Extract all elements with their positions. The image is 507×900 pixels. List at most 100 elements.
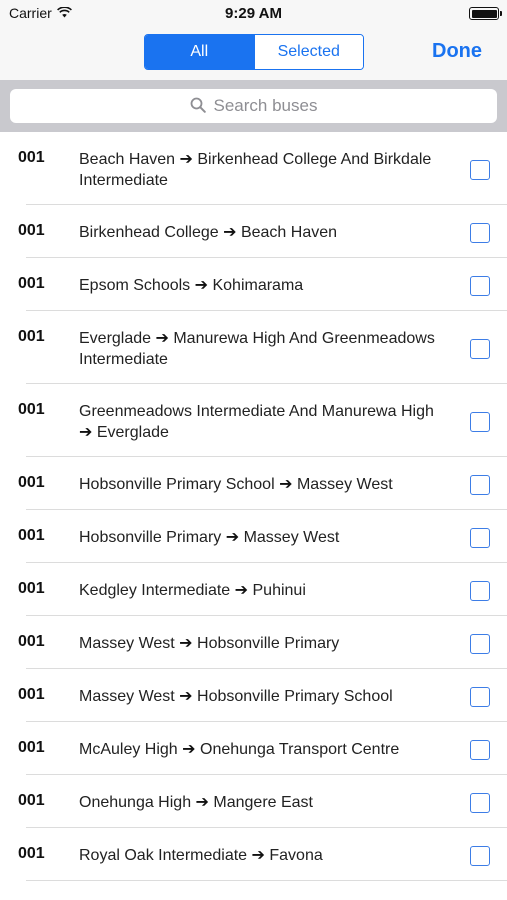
route-number: 001 — [18, 580, 45, 597]
route-number: 001 — [18, 739, 45, 756]
route-number: 001 — [18, 792, 45, 809]
arrow-right-icon: ➔ — [274, 476, 297, 493]
status-time: 9:29 AM — [225, 5, 282, 22]
route-number: 001 — [18, 474, 45, 491]
route-number: 001 — [18, 401, 45, 418]
route-checkbox[interactable] — [470, 739, 490, 760]
route-destination: Hobsonville Primary — [197, 635, 340, 652]
search-placeholder: Search buses — [213, 96, 318, 115]
route-number: 001 — [18, 845, 45, 862]
route-checkbox[interactable] — [470, 845, 490, 866]
route-name: Hobsonville Primary School ➔ Massey West — [79, 474, 439, 495]
route-origin: Everglade — [79, 330, 152, 347]
route-number: 001 — [18, 328, 45, 345]
route-name: Beach Haven ➔ Birkenhead College And Bir… — [79, 149, 439, 191]
route-destination: Massey West — [296, 476, 393, 493]
route-name: Onehunga High ➔ Mangere East — [79, 792, 439, 813]
route-name: Epsom Schools ➔ Kohimarama — [79, 275, 439, 296]
route-name: Greenmeadows Intermediate And Manurewa H… — [79, 401, 439, 443]
route-name: Massey West ➔ Hobsonville Primary — [79, 633, 439, 654]
route-checkbox[interactable] — [470, 527, 490, 548]
route-number: 001 — [18, 527, 45, 544]
route-destination: Favona — [269, 847, 323, 864]
route-destination: Puhinui — [252, 582, 306, 599]
route-name: Birkenhead College ➔ Beach Haven — [79, 222, 439, 243]
route-origin: Massey West — [79, 688, 175, 705]
route-row[interactable]: 001 Hobsonville Primary School ➔ Massey W… — [0, 457, 507, 510]
arrow-right-icon: ➔ — [79, 424, 97, 441]
route-destination: Kohimarama — [212, 277, 304, 294]
done-button[interactable]: Done — [432, 40, 482, 63]
search-input[interactable]: Search buses — [10, 89, 497, 123]
route-destination: Onehunga Transport Centre — [200, 741, 400, 758]
filter-segmented-control: All Selected — [144, 34, 364, 70]
arrow-right-icon: ➔ — [190, 277, 213, 294]
arrow-right-icon: ➔ — [230, 582, 253, 599]
route-origin: Hobsonville Primary — [79, 529, 222, 546]
route-destination: Everglade — [96, 424, 169, 441]
route-number: 001 — [18, 149, 45, 166]
route-row[interactable]: 001 Massey West ➔ Hobsonville Primary — [0, 616, 507, 669]
route-destination: Massey West — [243, 529, 340, 546]
route-checkbox[interactable] — [470, 580, 490, 601]
arrow-right-icon: ➔ — [218, 224, 241, 241]
route-number: 001 — [18, 686, 45, 703]
route-checkbox[interactable] — [470, 159, 490, 180]
route-row[interactable]: 001 Greenmeadows Intermediate And Manurew… — [0, 384, 507, 457]
segment-all[interactable]: All — [145, 35, 254, 69]
route-row[interactable]: 001 Epsom Schools ➔ Kohimarama — [0, 258, 507, 311]
segment-selected[interactable]: Selected — [253, 35, 363, 69]
battery-icon — [469, 7, 502, 20]
route-origin: McAuley High — [79, 741, 178, 758]
search-bar: Search buses — [0, 80, 507, 132]
route-name: Hobsonville Primary ➔ Massey West — [79, 527, 439, 548]
route-checkbox[interactable] — [470, 338, 490, 359]
status-bar: Carrier 9:29 AM — [0, 0, 507, 28]
route-row[interactable]: 001 Beach Haven ➔ Birkenhead College And … — [0, 132, 507, 205]
route-origin: Beach Haven — [79, 151, 176, 168]
arrow-right-icon: ➔ — [151, 330, 174, 347]
arrow-right-icon: ➔ — [221, 529, 244, 546]
route-origin: Birkenhead College — [79, 224, 219, 241]
route-name: Everglade ➔ Manurewa High And Greenmeado… — [79, 328, 439, 370]
route-number: 001 — [18, 633, 45, 650]
route-checkbox[interactable] — [470, 686, 490, 707]
route-row[interactable]: 001 Hobsonville Primary ➔ Massey West — [0, 510, 507, 563]
route-number: 001 — [18, 275, 45, 292]
route-origin: Epsom Schools — [79, 277, 191, 294]
route-destination: Mangere East — [213, 794, 313, 811]
route-row[interactable]: 001 Onehunga High ➔ Mangere East — [0, 775, 507, 828]
route-name: McAuley High ➔ Onehunga Transport Centre — [79, 739, 439, 760]
route-number: 001 — [18, 222, 45, 239]
route-origin: Massey West — [79, 635, 175, 652]
search-icon — [190, 97, 206, 118]
route-origin: Kedgley Intermediate — [79, 582, 231, 599]
route-checkbox[interactable] — [470, 222, 490, 243]
route-row[interactable]: 001 Kedgley Intermediate ➔ Puhinui — [0, 563, 507, 616]
route-row[interactable]: 001 Birkenhead College ➔ Beach Haven — [0, 205, 507, 258]
route-name: Royal Oak Intermediate ➔ Favona — [79, 845, 439, 866]
nav-bar: All Selected Done — [0, 28, 507, 80]
route-row[interactable]: 001 Massey West ➔ Hobsonville Primary Sch… — [0, 669, 507, 722]
route-origin: Hobsonville Primary School — [79, 476, 275, 493]
arrow-right-icon: ➔ — [175, 151, 198, 168]
arrow-right-icon: ➔ — [174, 635, 198, 652]
arrow-right-icon: ➔ — [174, 688, 198, 705]
arrow-right-icon: ➔ — [247, 847, 270, 864]
route-checkbox[interactable] — [470, 633, 490, 654]
route-origin: Onehunga High — [79, 794, 192, 811]
route-row[interactable]: 001 McAuley High ➔ Onehunga Transport Cen… — [0, 722, 507, 775]
route-row[interactable]: 001 Everglade ➔ Manurewa High And Greenme… — [0, 311, 507, 384]
route-checkbox[interactable] — [470, 411, 490, 432]
route-checkbox[interactable] — [470, 474, 490, 495]
route-name: Massey West ➔ Hobsonville Primary School — [79, 686, 439, 707]
route-list: 001 Beach Haven ➔ Birkenhead College And … — [0, 132, 507, 881]
route-row[interactable]: 001 Royal Oak Intermediate ➔ Favona — [0, 828, 507, 881]
row-divider — [26, 880, 507, 881]
arrow-right-icon: ➔ — [191, 794, 214, 811]
route-checkbox[interactable] — [470, 275, 490, 296]
arrow-right-icon: ➔ — [177, 741, 200, 758]
route-origin: Royal Oak Intermediate — [79, 847, 248, 864]
route-origin: Greenmeadows Intermediate And Manurewa H… — [79, 403, 434, 420]
route-checkbox[interactable] — [470, 792, 490, 813]
